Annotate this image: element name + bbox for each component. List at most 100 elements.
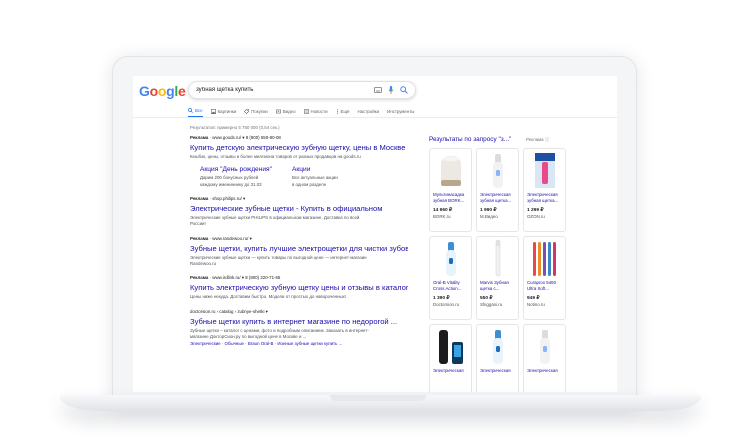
tag-icon (244, 108, 250, 114)
google-logo[interactable]: Google (139, 83, 186, 99)
tab-label: Видео (282, 108, 296, 114)
product-name[interactable]: Электрическая (477, 367, 518, 383)
tab-1[interactable]: Картинки (210, 108, 237, 117)
result-url: Реклама · www.goods.ru/ ▾ 8 (800) 550-80… (190, 135, 281, 140)
tab-label: Все (195, 108, 203, 113)
result-url: doctorsion.ru › catalog › zubnye-shetki … (190, 308, 268, 314)
mic-icon[interactable] (386, 86, 395, 95)
tab-6[interactable]: Настройки (358, 108, 380, 117)
product-image[interactable] (430, 149, 471, 191)
product-card[interactable]: Электрическая (476, 324, 519, 392)
product-image[interactable] (524, 237, 565, 279)
laptop-notch (330, 395, 426, 401)
product-name[interactable]: Мультинасадка зубная BORK... (430, 191, 471, 207)
result-links[interactable]: Электрические · Обычные · Braun Oral-B ·… (190, 341, 408, 346)
sitelink-title[interactable]: Акции (292, 166, 338, 173)
product-name[interactable]: Электрическая зубная щетка... (477, 191, 518, 207)
product-shop: Shiggani.ru (480, 302, 503, 307)
search-box[interactable] (188, 81, 416, 99)
product-image[interactable] (430, 237, 471, 279)
product-name[interactable]: Curaprox 5460 Ultra Soft... (524, 279, 565, 295)
ad-label: Реклама (190, 195, 209, 201)
image-icon (210, 108, 216, 114)
ad-result-irdlink: Реклама · www.irdlink.ru/ ▾ 8 (800) 220-… (190, 275, 408, 300)
sitelinks: Акция "День рождения" Дарим 200 бонусных… (200, 166, 408, 187)
search-icon (188, 108, 193, 113)
result-title[interactable]: Купить электрическую зубную щетку цены и… (190, 283, 408, 292)
product-name[interactable]: Marvis Зубная щетка с... (477, 279, 518, 295)
product-card[interactable]: Электрическая (523, 324, 566, 392)
product-image[interactable] (524, 149, 565, 191)
result-snippet: Randewoo.ru (190, 261, 217, 267)
product-card[interactable]: Curaprox 5460 Ultra Soft... 949 ₽ Notino.r… (523, 236, 566, 320)
result-url: Реклама · www.irdlink.ru/ ▾ 8 (800) 220-… (190, 275, 281, 281)
result-title[interactable]: Зубные щетки, купить лучшие электрощетки… (190, 244, 408, 253)
sitelink-desc: каждому имениннику до 31.03 (200, 181, 262, 187)
shopping-panel-title[interactable]: Результаты по запросу "з..." (429, 136, 511, 143)
logo-letter: e (177, 83, 186, 99)
result-url-text: www.goods.ru/ ▾ 8 (800) 550-80-08 (212, 135, 281, 140)
product-shop: Doctorsion.ru (433, 302, 460, 307)
news-icon (303, 108, 309, 114)
result-title[interactable]: Купить детскую электрическую зубную щетк… (190, 143, 408, 152)
result-url-text: shop.philips.ru/ ▾ (212, 195, 246, 201)
video-icon (275, 109, 281, 114)
product-image[interactable] (477, 237, 518, 279)
tab-label: Картинки (217, 108, 237, 114)
tab-4[interactable]: Новости (303, 108, 328, 117)
ad-label: Реклама (190, 235, 209, 241)
sitelink-title[interactable]: Акция "День рождения" (200, 166, 272, 173)
product-name[interactable]: Электрическая (524, 367, 565, 383)
product-card[interactable]: Marvis Зубная щетка с... 550 ₽ Shiggani.ru (476, 236, 519, 320)
tab-7[interactable]: Инструменты (387, 108, 414, 117)
product-image[interactable] (430, 325, 471, 367)
product-shop (477, 384, 518, 385)
product-shop: Notino.ru (527, 302, 545, 307)
product-image[interactable] (477, 325, 518, 367)
sitelink-desc: в одном разделе (291, 181, 327, 187)
product-card[interactable]: Электрическая зубная щетка... 1 990 ₽ М.Ви… (476, 148, 519, 232)
ad-result-philips: Реклама · shop.philips.ru/ ▾ Электрическ… (190, 196, 408, 228)
browser-screen: Google Все Картинки Покупки Видео Новости Ещё… (133, 76, 617, 392)
result-snippet: Кешбэк, цены, отзывы и более миллиона то… (190, 154, 361, 159)
shopping-grid: Мультинасадка зубная BORK... 14 960 ₽ BORK… (429, 148, 566, 392)
product-card[interactable]: Oral-B Vitality Cross Action... 1 390 ₽ Do… (429, 236, 472, 320)
product-shop: OZON.ru (527, 214, 545, 219)
result-url-text: www.randewoo.ru/ ▾ (212, 235, 252, 241)
product-name[interactable]: Электрическая (430, 367, 471, 383)
search-input[interactable] (196, 84, 369, 96)
result-title[interactable]: Электрические зубные щетки - Купить в оф… (190, 204, 408, 213)
result-snippet: России! (190, 221, 206, 227)
result-url: Реклама · www.randewoo.ru/ ▾ (190, 235, 252, 241)
result-title[interactable]: Зубные щетки купить в интернет магазине … (190, 317, 408, 326)
search-tabs: Все Картинки Покупки Видео Новости Ещё Настрой… (188, 108, 414, 117)
product-name[interactable]: Oral-B Vitality Cross Action... (430, 279, 471, 295)
product-shop: М.Видео (480, 214, 498, 219)
search-icon[interactable] (399, 86, 408, 95)
tab-5[interactable]: Ещё (336, 108, 350, 117)
tab-label: Ещё (340, 108, 350, 114)
sitelink-birthday: Акция "День рождения" Дарим 200 бонусных… (200, 166, 272, 187)
logo-letter: o (149, 83, 159, 99)
result-url: Реклама · shop.philips.ru/ ▾ (190, 195, 246, 201)
tab-3[interactable]: Видео (275, 108, 296, 117)
product-card[interactable]: Электрическая (429, 324, 472, 392)
result-snippet: Цены ниже некуда. Доставим быстро. Модел… (190, 294, 347, 300)
tab-2[interactable]: Покупки (244, 108, 268, 117)
product-image[interactable] (477, 149, 518, 191)
product-image[interactable] (524, 325, 565, 367)
shopping-ad-label[interactable]: Реклама ⓘ (526, 137, 549, 143)
product-shop (430, 384, 471, 385)
product-card[interactable]: Мультинасадка зубная BORK... 14 960 ₽ BORK… (429, 148, 472, 232)
product-name[interactable]: Электрическая зубная щетка... (524, 191, 565, 207)
result-stats: Результатов: примерно 5 760 000 (0,54 се… (190, 125, 280, 130)
divider (133, 117, 617, 118)
keyboard-icon[interactable] (373, 86, 382, 95)
organic-result-doctorsion: doctorsion.ru › catalog › zubnye-shetki … (190, 309, 408, 346)
sitelink-desc: Все актуальные акции (291, 175, 338, 181)
search-results: Реклама · www.goods.ru/ ▾ 8 (800) 550-80… (190, 135, 408, 354)
product-card[interactable]: Электрическая зубная щетка... 1 299 ₽ OZON… (523, 148, 566, 232)
tab-label: Настройки (357, 108, 380, 114)
tab-0[interactable]: Все (188, 108, 203, 117)
logo-letter: o (157, 83, 167, 99)
